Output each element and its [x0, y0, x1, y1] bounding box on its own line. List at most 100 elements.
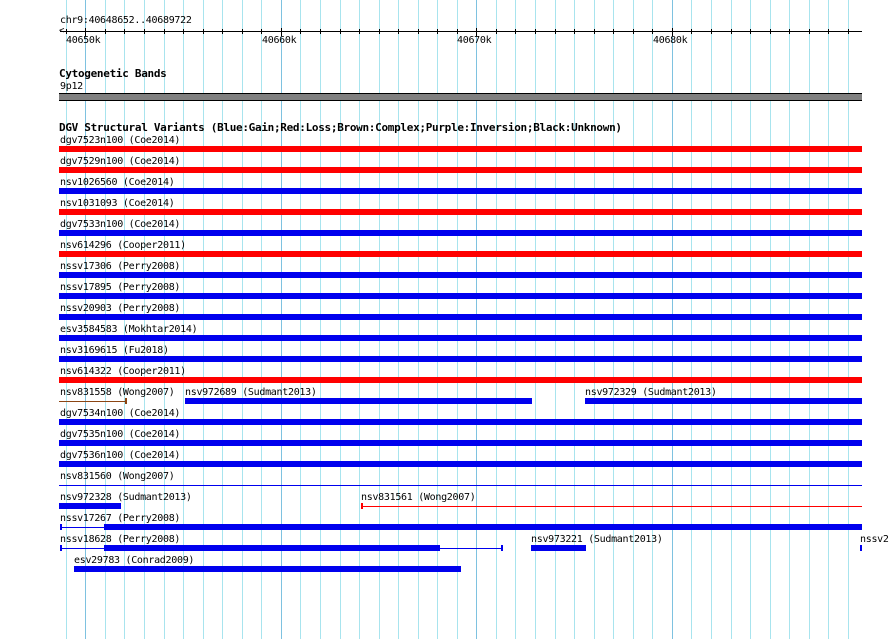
- ruler-tick: [164, 29, 165, 34]
- ruler-tick: [379, 29, 380, 34]
- variant-label[interactable]: dgv7533n100 (Coe2014): [60, 219, 180, 230]
- ruler-tick: [242, 29, 243, 34]
- variant-end-tick: [501, 545, 503, 551]
- variant-label[interactable]: nsv831558 (Wong2007): [60, 387, 175, 398]
- variant-bar[interactable]: [59, 293, 862, 299]
- variant-line[interactable]: [59, 485, 862, 486]
- variant-bar[interactable]: [59, 167, 862, 173]
- ruler-tick: [144, 29, 145, 34]
- variant-label[interactable]: nsv972328 (Sudmant2013): [60, 492, 192, 503]
- variant-bar[interactable]: [59, 146, 862, 152]
- ruler-tick: [770, 29, 771, 34]
- ruler-tick-label: 40680k: [653, 35, 688, 46]
- ruler-tick: [183, 29, 184, 34]
- genome-browser-panel: chr9:40648652..40689722 < 40650k40660k40…: [0, 0, 890, 639]
- ruler-tick: [574, 29, 575, 34]
- variant-bar[interactable]: [59, 209, 862, 215]
- variant-line[interactable]: [59, 401, 127, 402]
- ruler-tick: [222, 29, 223, 34]
- ruler-tick: [124, 29, 125, 34]
- ruler-tick: [652, 29, 653, 34]
- ruler-tick: [320, 29, 321, 34]
- ruler-tick: [848, 29, 849, 34]
- ruler-tick: [535, 29, 536, 34]
- variant-label[interactable]: dgv7534n100 (Coe2014): [60, 408, 180, 419]
- variant-label[interactable]: nsv1031093 (Coe2014): [60, 198, 175, 209]
- ruler-tick: [300, 29, 301, 34]
- variant-bar[interactable]: [104, 545, 440, 551]
- ruler-tick: [633, 29, 634, 34]
- cytogenetic-track-title: Cytogenetic Bands: [59, 67, 167, 80]
- variant-bar[interactable]: [531, 545, 586, 551]
- variant-label[interactable]: nsv614296 (Cooper2011): [60, 240, 186, 251]
- variant-bar[interactable]: [59, 377, 862, 383]
- variant-label[interactable]: nsv1026560 (Coe2014): [60, 177, 175, 188]
- variant-label[interactable]: nsv831561 (Wong2007): [361, 492, 476, 503]
- variant-bar[interactable]: [104, 524, 862, 530]
- ruler-tick: [398, 29, 399, 34]
- ruler-tick-label: 40660k: [262, 35, 297, 46]
- variant-bar[interactable]: [585, 398, 862, 404]
- variant-label[interactable]: nsv972689 (Sudmant2013): [185, 387, 317, 398]
- ruler-tick: [809, 29, 810, 34]
- ruler-tick: [359, 29, 360, 34]
- cyto-band-label: 9p12: [60, 81, 83, 92]
- ruler-tick: [828, 29, 829, 34]
- cyto-band[interactable]: [59, 93, 862, 101]
- variant-label[interactable]: esv29783 (Conrad2009): [74, 555, 194, 566]
- variant-label[interactable]: nsv972329 (Sudmant2013): [585, 387, 717, 398]
- ruler-tick: [261, 29, 262, 34]
- ruler-tick: [457, 29, 458, 34]
- variant-bar[interactable]: [860, 545, 862, 551]
- variant-line[interactable]: [361, 506, 862, 507]
- dgv-track-title: DGV Structural Variants (Blue:Gain;Red:L…: [59, 121, 622, 134]
- ruler-axis: [60, 31, 862, 32]
- variant-end-tick: [60, 545, 62, 551]
- variant-bar[interactable]: [59, 503, 121, 509]
- variant-bar[interactable]: [59, 461, 862, 467]
- variant-bar[interactable]: [59, 188, 862, 194]
- variant-label[interactable]: nssv17306 (Perry2008): [60, 261, 180, 272]
- variant-label[interactable]: nsv3169615 (Fu2018): [60, 345, 169, 356]
- variant-label[interactable]: dgv7523n100 (Coe2014): [60, 135, 180, 146]
- ruler-tick: [555, 29, 556, 34]
- variant-bar[interactable]: [59, 419, 862, 425]
- ruler-tick: [789, 29, 790, 34]
- variant-label[interactable]: dgv7536n100 (Coe2014): [60, 450, 180, 461]
- ruler-tick: [340, 29, 341, 34]
- variant-label[interactable]: dgv7535n100 (Coe2014): [60, 429, 180, 440]
- variant-label[interactable]: nsv614322 (Cooper2011): [60, 366, 186, 377]
- ruler-tick: [711, 29, 712, 34]
- ruler-tick: [594, 29, 595, 34]
- variant-bar[interactable]: [59, 272, 862, 278]
- ruler-tick: [66, 29, 67, 34]
- ruler-tick: [731, 29, 732, 34]
- variant-bar[interactable]: [59, 314, 862, 320]
- variant-label[interactable]: nssv20903 (Perry2008): [60, 303, 180, 314]
- variant-bar[interactable]: [59, 440, 862, 446]
- variant-label[interactable]: nssv2: [860, 534, 889, 545]
- variant-label[interactable]: nsv831560 (Wong2007): [60, 471, 175, 482]
- variant-label[interactable]: dgv7529n100 (Coe2014): [60, 156, 180, 167]
- variant-label[interactable]: nssv17895 (Perry2008): [60, 282, 180, 293]
- ruler-tick-label: 40650k: [66, 35, 101, 46]
- variant-bar[interactable]: [59, 251, 862, 257]
- variant-label[interactable]: nsv973221 (Sudmant2013): [531, 534, 663, 545]
- ruler-tick: [750, 29, 751, 34]
- ruler-tick: [437, 29, 438, 34]
- ruler-tick: [496, 29, 497, 34]
- variant-label[interactable]: esv3584583 (Mokhtar2014): [60, 324, 198, 335]
- variant-end-tick: [361, 503, 363, 509]
- variant-bar[interactable]: [74, 566, 461, 572]
- ruler-tick: [515, 29, 516, 34]
- variant-bar[interactable]: [59, 356, 862, 362]
- variant-bar[interactable]: [59, 230, 862, 236]
- variant-bar[interactable]: [59, 335, 862, 341]
- variant-bar[interactable]: [185, 398, 532, 404]
- variant-end-tick: [125, 398, 127, 404]
- ruler-tick: [418, 29, 419, 34]
- ruler-tick-label: 40670k: [457, 35, 492, 46]
- variant-end-tick: [60, 524, 62, 530]
- variant-label[interactable]: nssv18628 (Perry2008): [60, 534, 180, 545]
- variant-label[interactable]: nssv17267 (Perry2008): [60, 513, 180, 524]
